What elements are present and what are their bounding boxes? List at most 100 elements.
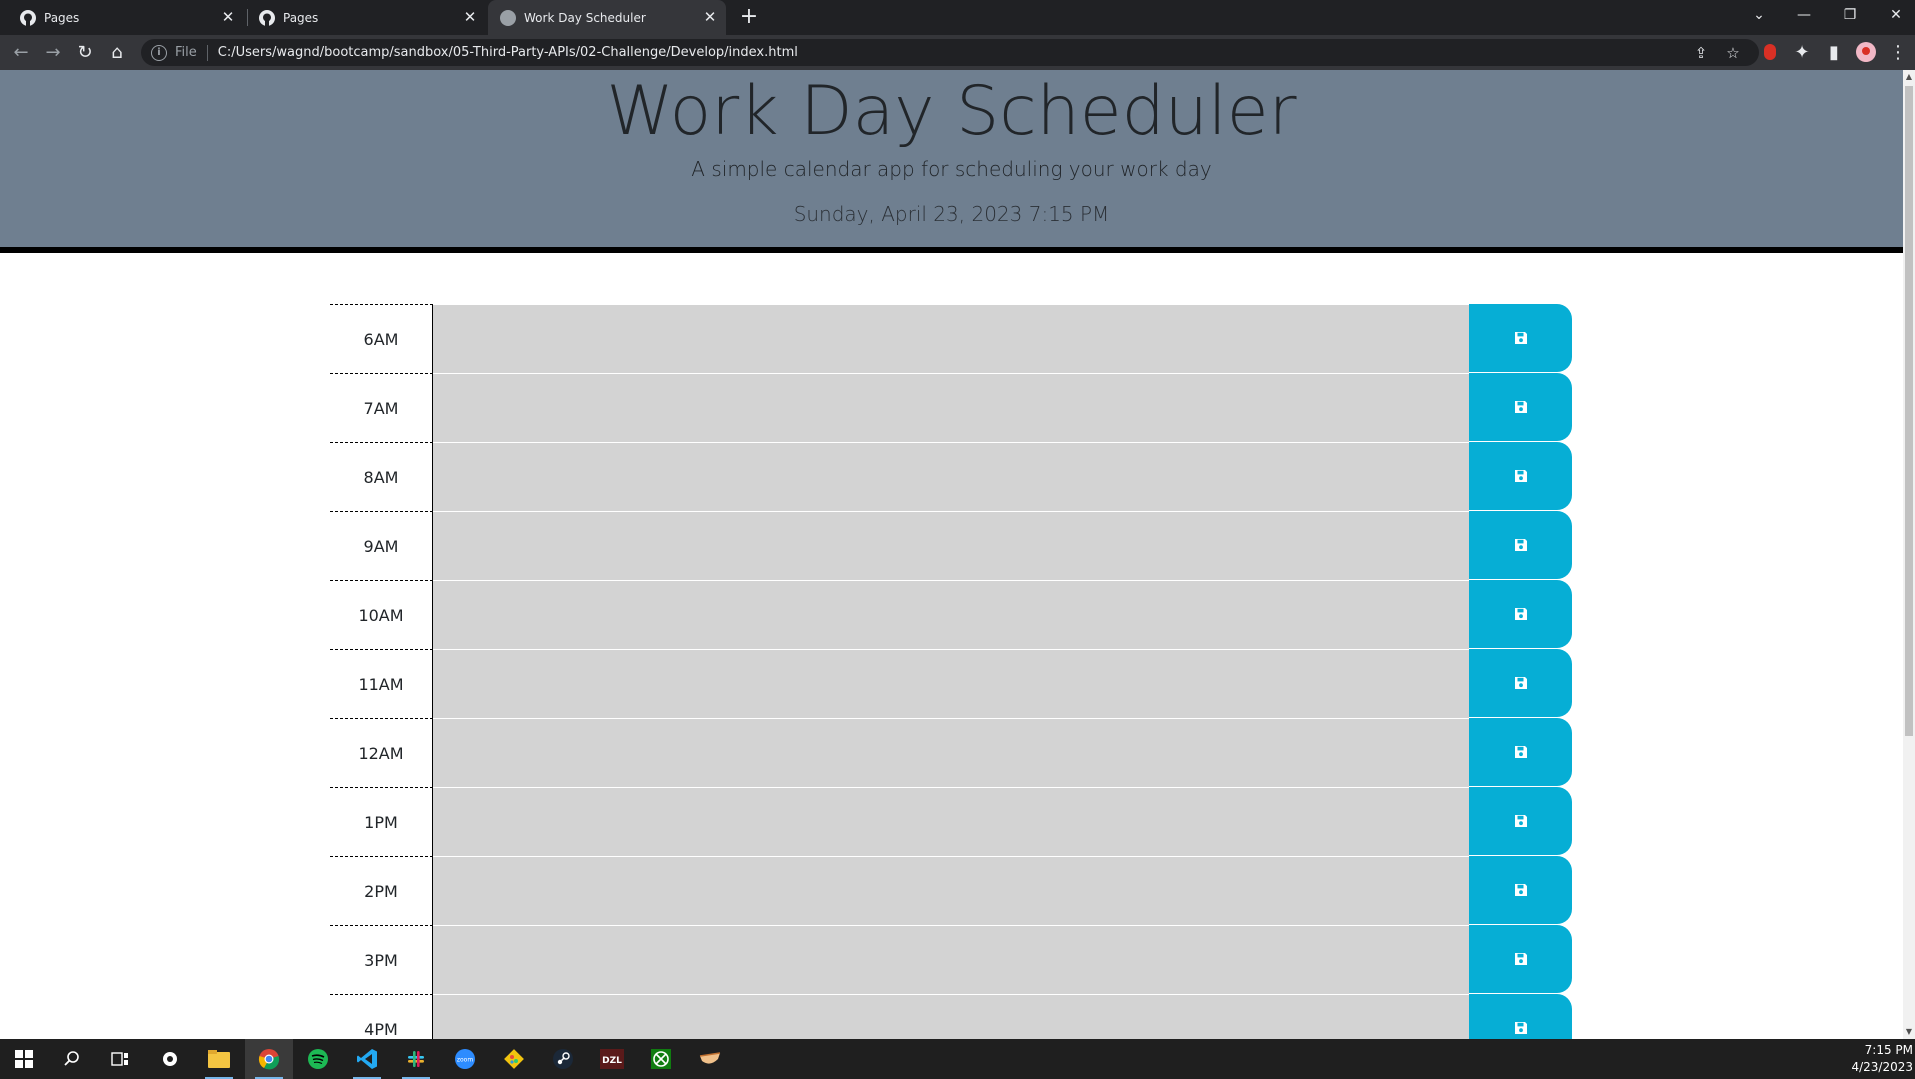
hour-label: 8AM: [330, 442, 433, 511]
address-bar[interactable]: i File C:/Users/wagnd/bootcamp/sandbox/0…: [141, 39, 1759, 66]
time-block-row: 2PM: [330, 856, 1572, 926]
save-button[interactable]: [1469, 649, 1572, 717]
floppy-disk-icon: [1514, 746, 1527, 758]
close-tab-icon[interactable]: ✕: [462, 9, 478, 25]
forward-button[interactable]: →: [40, 39, 66, 65]
event-description-input[interactable]: [433, 442, 1469, 512]
home-button[interactable]: ⌂: [104, 39, 130, 65]
page-scrollbar[interactable]: ▲ ▼: [1903, 70, 1915, 1039]
hour-label: 1PM: [330, 787, 433, 856]
tab-pages-1[interactable]: Pages ✕: [0, 0, 244, 35]
bookmark-star-icon[interactable]: ☆: [1721, 41, 1745, 65]
time-block-row: 4PM: [330, 994, 1572, 1039]
reload-button[interactable]: ↻: [72, 39, 98, 65]
vscode-icon[interactable]: [343, 1039, 391, 1079]
minimize-button[interactable]: —: [1781, 0, 1827, 30]
settings-icon[interactable]: [146, 1039, 194, 1079]
save-button[interactable]: [1469, 580, 1572, 648]
search-icon[interactable]: [48, 1039, 96, 1079]
save-button[interactable]: [1469, 511, 1572, 579]
event-description-input[interactable]: [433, 511, 1469, 581]
new-tab-button[interactable]: +: [736, 4, 762, 30]
save-button[interactable]: [1469, 373, 1572, 441]
close-tab-icon[interactable]: ✕: [220, 9, 236, 25]
slack-icon[interactable]: [392, 1039, 440, 1079]
clock-time: 7:15 PM: [1864, 1043, 1913, 1057]
url-text[interactable]: C:/Users/wagnd/bootcamp/sandbox/05-Third…: [218, 45, 798, 60]
side-panel-icon[interactable]: ▮: [1821, 39, 1847, 65]
xbox-icon[interactable]: [637, 1039, 685, 1079]
chrome-icon[interactable]: [245, 1039, 293, 1079]
hour-label: 10AM: [330, 580, 433, 649]
scheme-label: File: [175, 45, 197, 60]
event-description-input[interactable]: [433, 994, 1469, 1039]
tab-pages-2[interactable]: Pages ✕: [249, 0, 486, 35]
save-button[interactable]: [1469, 856, 1572, 924]
app-icon[interactable]: [686, 1039, 734, 1079]
scrollbar-thumb[interactable]: [1905, 86, 1913, 736]
time-block-row: 1PM: [330, 787, 1572, 857]
floppy-disk-icon: [1514, 401, 1527, 413]
svg-text:DZL: DZL: [602, 1056, 622, 1066]
info-icon[interactable]: i: [151, 44, 167, 61]
event-description-input[interactable]: [433, 304, 1469, 374]
browser-tab-bar: Pages ✕ Pages ✕ Work Day Scheduler ✕ + ⌄…: [0, 0, 1915, 35]
event-description-input[interactable]: [433, 856, 1469, 926]
current-day: Sunday, April 23, 2023 7:15 PM: [793, 202, 1110, 226]
start-icon[interactable]: [0, 1039, 48, 1079]
event-description-input[interactable]: [433, 373, 1469, 443]
profile-avatar[interactable]: [1853, 39, 1879, 65]
git-icon[interactable]: [490, 1039, 538, 1079]
floppy-disk-icon: [1514, 815, 1527, 827]
hour-label: 4PM: [330, 994, 433, 1039]
save-button[interactable]: [1469, 994, 1572, 1039]
save-button[interactable]: [1469, 442, 1572, 510]
tab-work-day-scheduler[interactable]: Work Day Scheduler ✕: [488, 0, 726, 35]
menu-kebab-icon[interactable]: ⋮: [1885, 39, 1911, 65]
event-description-input[interactable]: [433, 580, 1469, 650]
scroll-up-arrow-icon[interactable]: ▲: [1903, 70, 1915, 84]
extension-red-icon[interactable]: [1757, 39, 1783, 65]
tab-separator: [247, 9, 248, 26]
event-description-input[interactable]: [433, 718, 1469, 788]
close-tab-icon[interactable]: ✕: [702, 9, 718, 25]
floppy-disk-icon: [1514, 677, 1527, 689]
hour-label: 2PM: [330, 856, 433, 925]
scroll-down-arrow-icon[interactable]: ▼: [1903, 1025, 1915, 1039]
save-button[interactable]: [1469, 304, 1572, 372]
time-block-row: 8AM: [330, 442, 1572, 512]
task-view-icon[interactable]: [96, 1039, 144, 1079]
steam-icon[interactable]: [539, 1039, 587, 1079]
share-icon[interactable]: ⇪: [1689, 41, 1713, 65]
floppy-disk-icon: [1514, 608, 1527, 620]
hour-label: 11AM: [330, 649, 433, 718]
event-description-input[interactable]: [433, 649, 1469, 719]
tab-search-icon[interactable]: ⌄: [1736, 0, 1782, 30]
spotify-icon[interactable]: [294, 1039, 342, 1079]
windows-taskbar: zoom DZL 7:15 PM 4/23/2023: [0, 1039, 1915, 1079]
close-window-button[interactable]: ✕: [1873, 0, 1915, 30]
dzl-icon[interactable]: DZL: [588, 1039, 636, 1079]
page-title: Work Day Scheduler: [606, 72, 1297, 151]
hour-label: 9AM: [330, 511, 433, 580]
event-description-input[interactable]: [433, 925, 1469, 995]
save-button[interactable]: [1469, 718, 1572, 786]
save-button[interactable]: [1469, 787, 1572, 855]
floppy-disk-icon: [1514, 539, 1527, 551]
time-block-row: 7AM: [330, 373, 1572, 443]
github-icon: [259, 9, 275, 26]
extensions-puzzle-icon[interactable]: ✦: [1789, 39, 1815, 65]
restore-button[interactable]: ❐: [1827, 0, 1873, 30]
page-viewport: Work Day Scheduler A simple calendar app…: [0, 70, 1903, 1039]
time-block-row: 11AM: [330, 649, 1572, 719]
zoom-icon[interactable]: zoom: [441, 1039, 489, 1079]
tab-title: Pages: [44, 10, 80, 25]
system-clock[interactable]: 7:15 PM 4/23/2023: [1851, 1042, 1913, 1076]
time-block-row: 9AM: [330, 511, 1572, 581]
globe-icon: [500, 9, 516, 26]
file-explorer-icon[interactable]: [195, 1039, 243, 1079]
back-button[interactable]: ←: [8, 39, 34, 65]
event-description-input[interactable]: [433, 787, 1469, 857]
save-button[interactable]: [1469, 925, 1572, 993]
svg-text:zoom: zoom: [457, 1057, 473, 1064]
